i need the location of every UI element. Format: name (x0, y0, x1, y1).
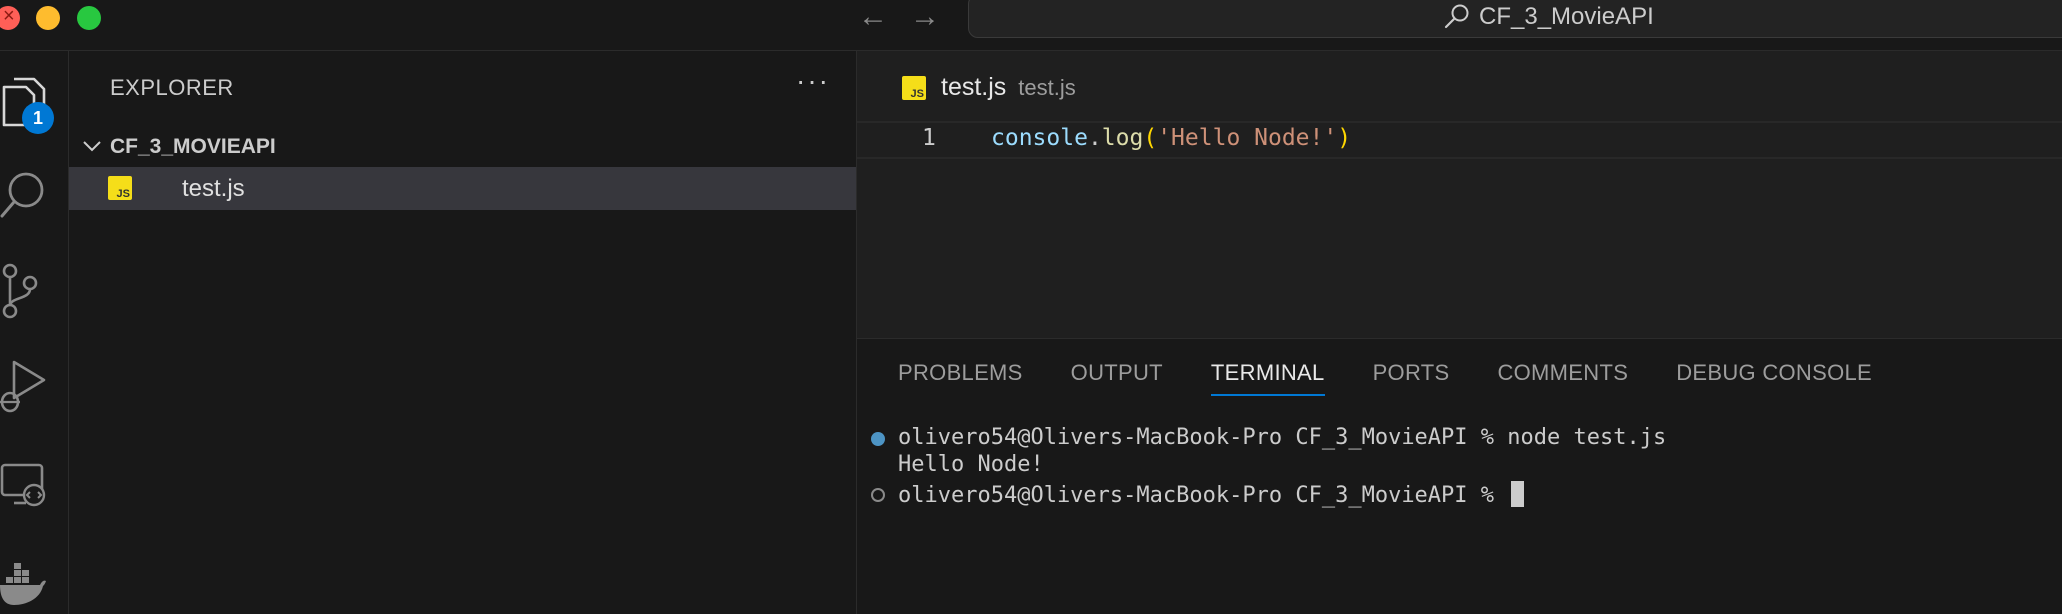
folder-name: CF_3_MOVIEAPI (110, 135, 276, 158)
bottom-panel: PROBLEMS OUTPUT TERMINAL PORTS COMMENTS … (857, 338, 2062, 614)
close-window-button[interactable] (0, 5, 20, 30)
back-arrow-icon[interactable]: ← (858, 2, 888, 32)
remote-explorer-icon[interactable] (0, 461, 68, 521)
chevron-down-icon (83, 141, 101, 152)
editor-area: JS test.js test.js 1 console.log('Hello … (857, 51, 2062, 338)
javascript-file-icon: JS (902, 75, 926, 100)
breadcrumb-file[interactable]: test.js (941, 73, 1006, 102)
code-token-object: console (991, 125, 1088, 151)
command-success-icon[interactable] (871, 432, 885, 446)
run-debug-icon[interactable] (0, 358, 68, 418)
panel-tabs: PROBLEMS OUTPUT TERMINAL PORTS COMMENTS … (898, 360, 1920, 396)
terminal-line: Hello Node! (898, 452, 1044, 477)
terminal-prompt: olivero54@Olivers-MacBook-Pro CF_3_Movie… (898, 483, 1508, 508)
explorer-sidebar: EXPLORER ··· CF_3_MOVIEAPI JS test.js (69, 51, 857, 614)
code-token-function: log (1101, 125, 1144, 151)
code-token-open-paren: ( (1143, 125, 1158, 151)
tab-debug-console[interactable]: DEBUG CONSOLE (1676, 360, 1872, 386)
maximize-window-button[interactable] (77, 6, 101, 30)
explorer-title: EXPLORER (110, 75, 234, 100)
tab-ports[interactable]: PORTS (1373, 360, 1450, 386)
code-token-dot: . (1087, 125, 1102, 151)
window-title: CF_3_MovieAPI (1479, 3, 1654, 30)
tab-comments[interactable]: COMMENTS (1497, 360, 1628, 386)
activity-bar: 1 (0, 51, 69, 614)
title-bar: ← → CF_3_MovieAPI (0, 0, 2062, 51)
source-control-icon[interactable] (0, 263, 68, 323)
vscode-window: ← → CF_3_MovieAPI 1 (0, 0, 2062, 614)
breadcrumb: JS test.js test.js (902, 73, 1076, 102)
javascript-file-icon: JS (108, 176, 132, 200)
line-number: 1 (922, 125, 936, 151)
code-token-close-paren: ) (1337, 125, 1352, 151)
minimize-window-button[interactable] (36, 6, 60, 30)
terminal-prompt-line: olivero54@Olivers-MacBook-Pro CF_3_Movie… (898, 481, 1525, 508)
more-actions-button[interactable]: ··· (796, 65, 830, 97)
code-line[interactable]: console.log('Hello Node!') (991, 125, 1351, 151)
file-name: test.js (182, 175, 245, 202)
terminal-line: olivero54@Olivers-MacBook-Pro CF_3_Movie… (898, 425, 1667, 450)
docker-icon[interactable] (0, 559, 68, 614)
tab-terminal[interactable]: TERMINAL (1210, 360, 1325, 396)
command-center-search[interactable]: CF_3_MovieAPI (968, 0, 2062, 38)
folder-row[interactable]: CF_3_MOVIEAPI (69, 127, 856, 167)
tab-problems[interactable]: PROBLEMS (898, 360, 1023, 386)
breadcrumb-path[interactable]: test.js (1018, 75, 1075, 101)
code-token-string: 'Hello Node!' (1157, 125, 1338, 151)
terminal-cursor (1511, 481, 1525, 507)
tab-output[interactable]: OUTPUT (1071, 360, 1163, 386)
search-icon (1444, 4, 1469, 29)
file-item-test-js[interactable]: JS test.js (69, 167, 856, 210)
explorer-badge: 1 (22, 102, 54, 134)
forward-arrow-icon[interactable]: → (910, 2, 940, 32)
command-pending-icon[interactable] (871, 488, 885, 502)
search-icon[interactable] (0, 166, 68, 228)
